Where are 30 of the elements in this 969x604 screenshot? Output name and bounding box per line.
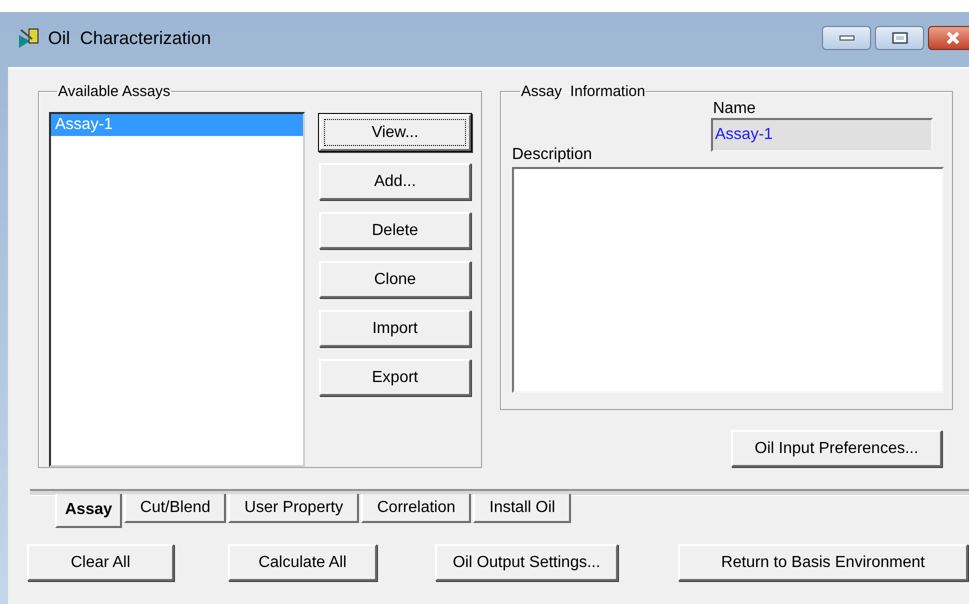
group-title: Available Assays [57,83,172,100]
maximize-icon [892,32,908,44]
action-button[interactable]: Clear All [27,544,174,581]
app-icon [18,27,40,49]
assay-button[interactable]: Export [319,359,471,396]
assay-button[interactable]: View... [319,114,471,151]
close-button[interactable] [928,26,969,50]
name-field[interactable]: Assay-1 [711,118,933,152]
tab[interactable]: Assay [55,494,122,528]
action-button[interactable]: Oil Output Settings... [435,544,618,581]
action-button[interactable]: Calculate All [228,544,377,581]
tab[interactable]: Install Oil [473,494,572,523]
assay-button[interactable]: Delete [319,212,471,249]
description-field[interactable] [512,167,944,393]
field-label: Description [512,146,594,164]
action-button[interactable]: Return to Basis Environment [678,544,968,581]
maximize-button[interactable] [875,26,924,50]
window-title: Oil Characterization [48,28,212,48]
tab[interactable]: Cut/Blend [124,494,226,523]
preferences-button[interactable]: Oil Input Preferences... [731,430,942,467]
group-title: Assay Information [520,83,646,100]
assay-button[interactable]: Add... [319,163,471,200]
field-label: Name [713,100,757,118]
minimize-icon [838,35,854,41]
minimize-button[interactable] [822,26,871,50]
close-icon [944,31,960,45]
assay-button[interactable]: Clone [319,261,471,298]
assay-button[interactable]: Import [319,310,471,347]
tab[interactable]: Correlation [361,494,472,523]
tab[interactable]: User Property [228,494,360,523]
